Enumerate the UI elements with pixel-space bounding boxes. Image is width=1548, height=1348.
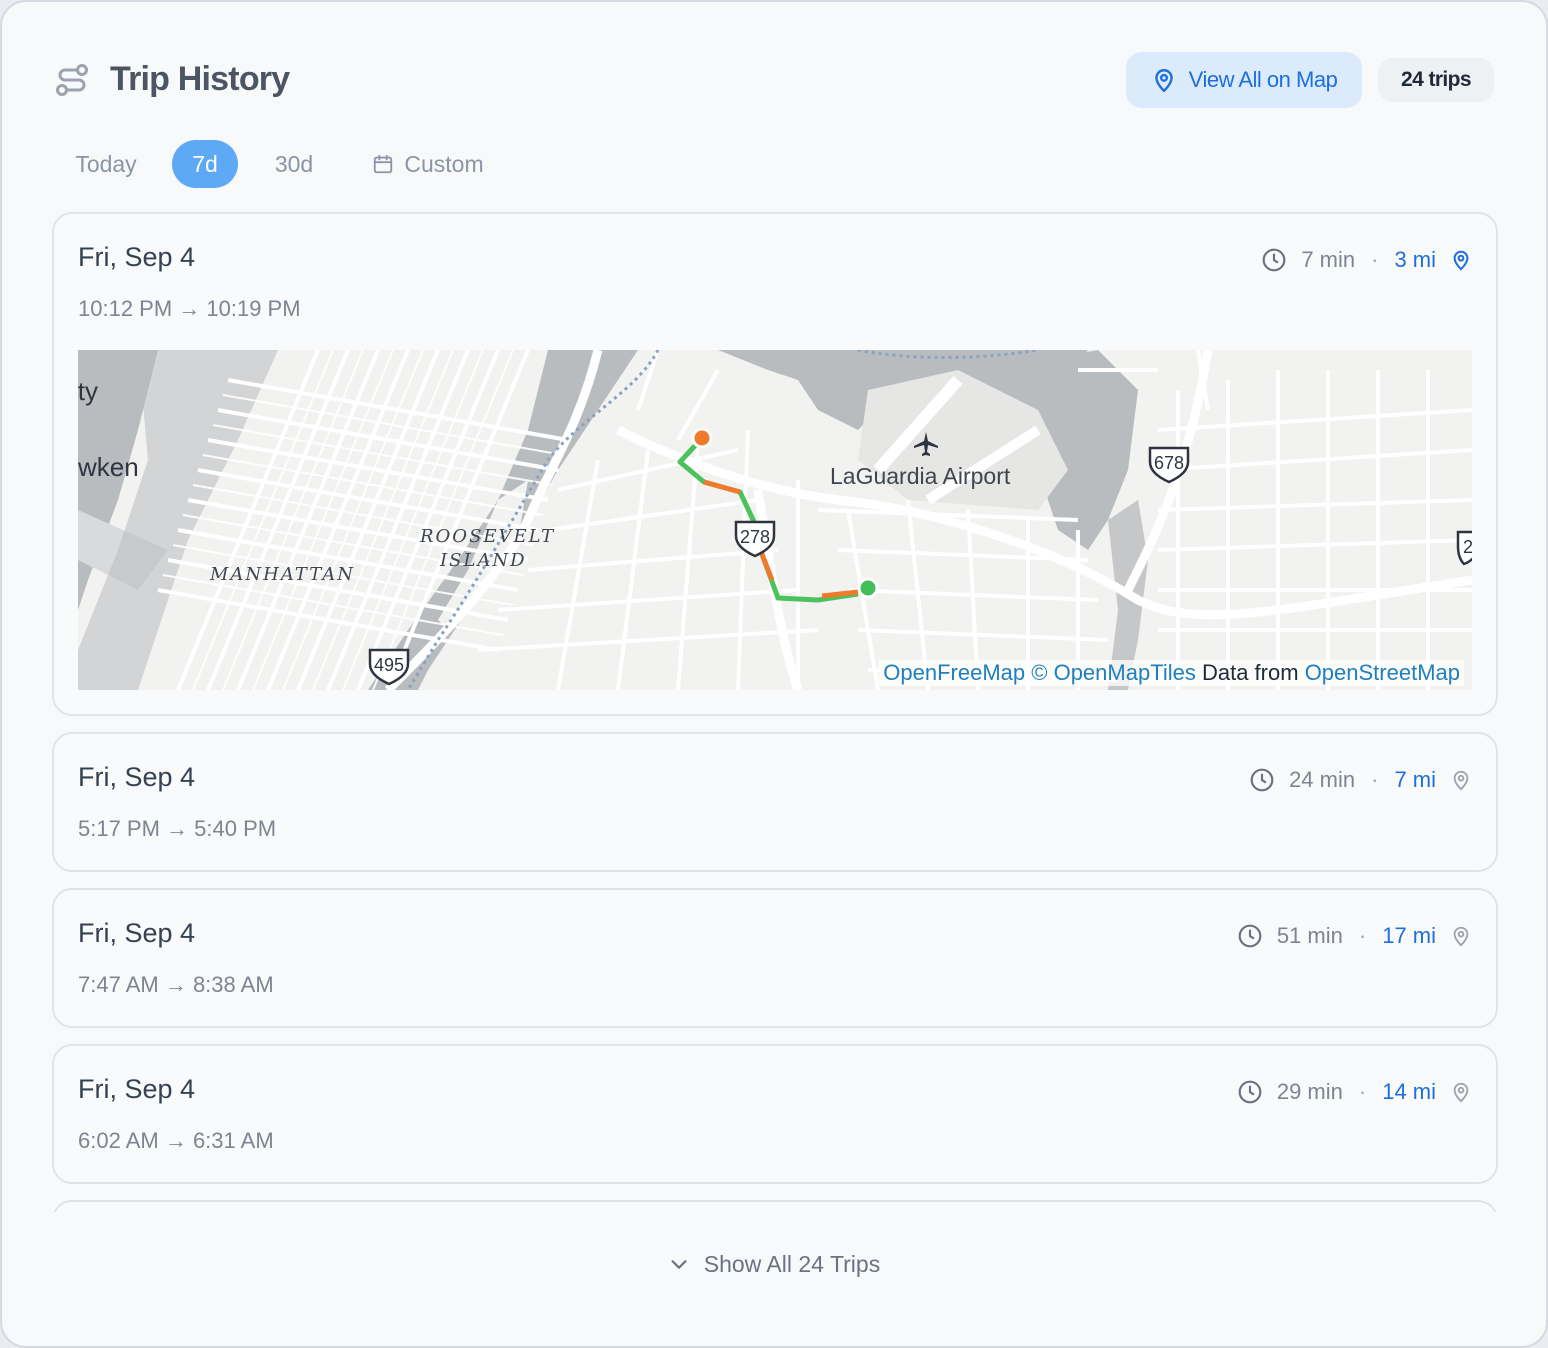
route-icon — [56, 64, 88, 96]
trip-card[interactable]: Fri, Sep 4 7:47 AM → 8:38 AM 51 min · 17… — [52, 888, 1498, 1028]
trip-date: Fri, Sep 4 — [78, 1074, 196, 1104]
trip-distance: 7 mi — [1394, 767, 1436, 792]
highway-shield-edge: 2 — [1456, 530, 1472, 566]
show-all-trips-label: Show All 24 Trips — [703, 1250, 881, 1277]
trip-card[interactable]: Fri, Sep 4 5:17 PM → 5:40 PM 24 min · 7 … — [52, 732, 1498, 872]
clock-icon — [1250, 768, 1274, 792]
tab-7d[interactable]: 7d — [172, 140, 238, 188]
clock-icon — [1238, 1080, 1262, 1104]
chevron-down-icon — [671, 1260, 687, 1269]
header: Trip History View All on Map 24 trips — [54, 52, 1494, 108]
map-label-island: ISLAND — [439, 550, 527, 571]
trip-date: Fri, Sep 4 — [78, 762, 196, 792]
trip-list: Fri, Sep 4 10:12 PM → 10:19 PM 7 min · 3… — [52, 212, 1498, 1212]
tab-custom[interactable]: Custom — [354, 140, 502, 188]
map-label-hoboken: wken — [78, 452, 139, 482]
map-attribution: OpenFreeMap © OpenMapTiles Data from Ope… — [879, 660, 1464, 686]
map-label-roosevelt: ROOSEVELT — [419, 526, 555, 547]
shield-label-edge: 2 — [1463, 537, 1472, 557]
tab-today-label: Today — [75, 150, 137, 177]
map-pin-icon[interactable] — [1450, 925, 1472, 947]
openfreemap-link[interactable]: OpenFreeMap — [883, 660, 1025, 685]
trip-count-badge: 24 trips — [1378, 58, 1494, 102]
shield-label-678: 678 — [1154, 453, 1184, 473]
shield-label-495: 495 — [374, 655, 404, 675]
map-canvas: 678 278 495 2 ity — [78, 350, 1472, 690]
trip-times: 10:12 PM → 10:19 PM — [78, 296, 301, 321]
route-start-marker — [691, 427, 713, 449]
trip-meta: 24 min · 7 mi — [1249, 764, 1472, 796]
trip-duration: 29 min — [1276, 1079, 1343, 1104]
trip-card[interactable]: Fri, Sep 4 6:02 AM → 6:31 AM 29 min · 14… — [52, 1044, 1498, 1184]
show-all-trips-button[interactable]: Show All 24 Trips — [2, 1242, 1546, 1286]
trip-meta: 51 min · 17 mi — [1237, 920, 1472, 952]
trip-date: Fri, Sep 4 — [78, 918, 196, 948]
route-end-marker — [857, 577, 879, 599]
openstreetmap-link[interactable]: OpenStreetMap — [1305, 660, 1460, 685]
trip-date: Fri, Sep 4 — [78, 242, 196, 272]
trip-card[interactable]: Fri, Sep 4 10:12 PM → 10:19 PM 7 min · 3… — [52, 212, 1498, 716]
tab-today[interactable]: Today — [54, 140, 158, 188]
map-pin-icon — [1154, 69, 1173, 93]
clock-icon — [1262, 248, 1286, 272]
calendar-icon — [374, 154, 393, 174]
trip-duration: 7 min — [1301, 247, 1356, 272]
shield-label-278: 278 — [740, 527, 770, 547]
trip-meta: 7 min · 3 mi — [1261, 244, 1472, 276]
page-title: Trip History — [110, 60, 290, 98]
tab-30d-label: 30d — [274, 150, 314, 177]
map-pin-icon[interactable] — [1450, 249, 1472, 271]
separator-dot: · — [1371, 767, 1379, 792]
tab-7d-label: 7d — [192, 150, 218, 177]
trip-distance: 14 mi — [1382, 1079, 1436, 1104]
trip-card-partial[interactable] — [52, 1200, 1498, 1212]
data-from-text: Data from — [1201, 660, 1299, 685]
trip-meta: 29 min · 14 mi — [1237, 1076, 1472, 1108]
view-all-on-map-label: View All on Map — [1188, 67, 1338, 92]
separator-dot: · — [1358, 923, 1367, 948]
separator-dot: · — [1358, 1079, 1367, 1104]
trip-history-panel: Trip History View All on Map 24 trips To… — [0, 0, 1548, 1348]
map-label-city: ity — [78, 376, 98, 406]
trip-times: 7:47 AM → 8:38 AM — [78, 972, 274, 997]
tab-custom-label: Custom — [404, 150, 484, 177]
map-pin-icon[interactable] — [1450, 1081, 1472, 1103]
map-label-laguardia-airport: LaGuardia Airport — [830, 463, 1011, 489]
trip-route-map[interactable]: 678 278 495 2 ity — [78, 350, 1472, 690]
separator-dot: · — [1371, 247, 1379, 272]
clock-icon — [1238, 924, 1262, 948]
tab-30d[interactable]: 30d — [258, 140, 330, 188]
trip-distance: 3 mi — [1394, 247, 1436, 272]
map-pin-icon[interactable] — [1450, 769, 1472, 791]
trip-duration: 51 min — [1276, 923, 1343, 948]
view-all-on-map-button[interactable]: View All on Map — [1126, 52, 1362, 108]
trip-times: 6:02 AM → 6:31 AM — [78, 1128, 274, 1153]
trip-duration: 24 min — [1289, 767, 1356, 792]
map-label-manhattan: MANHATTAN — [209, 564, 355, 585]
trip-distance: 17 mi — [1382, 923, 1436, 948]
trip-times: 5:17 PM → 5:40 PM — [78, 816, 277, 841]
openmaptiles-link[interactable]: © OpenMapTiles — [1031, 660, 1196, 685]
